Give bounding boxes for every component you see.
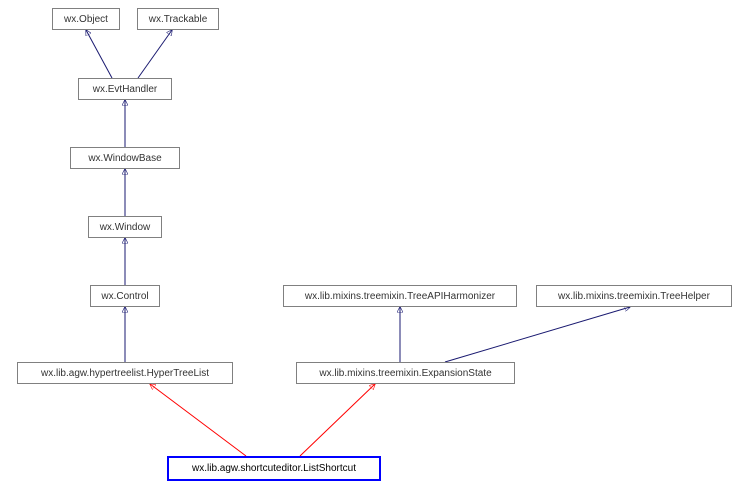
- node-wx-trackable[interactable]: wx.Trackable: [137, 8, 219, 30]
- node-treehelper[interactable]: wx.lib.mixins.treemixin.TreeHelper: [536, 285, 732, 307]
- node-wx-evthandler[interactable]: wx.EvtHandler: [78, 78, 172, 100]
- node-expansionstate[interactable]: wx.lib.mixins.treemixin.ExpansionState: [296, 362, 515, 384]
- diagram-edges: [0, 0, 752, 500]
- node-wx-object[interactable]: wx.Object: [52, 8, 120, 30]
- node-wx-windowbase[interactable]: wx.WindowBase: [70, 147, 180, 169]
- node-listshortcut[interactable]: wx.lib.agw.shortcuteditor.ListShortcut: [167, 456, 381, 481]
- inheritance-diagram: wx.Object wx.Trackable wx.EvtHandler wx.…: [0, 0, 752, 500]
- node-wx-control[interactable]: wx.Control: [90, 285, 160, 307]
- node-wx-window[interactable]: wx.Window: [88, 216, 162, 238]
- node-treeapiharmonizer[interactable]: wx.lib.mixins.treemixin.TreeAPIHarmonize…: [283, 285, 517, 307]
- node-hypertreelist[interactable]: wx.lib.agw.hypertreelist.HyperTreeList: [17, 362, 233, 384]
